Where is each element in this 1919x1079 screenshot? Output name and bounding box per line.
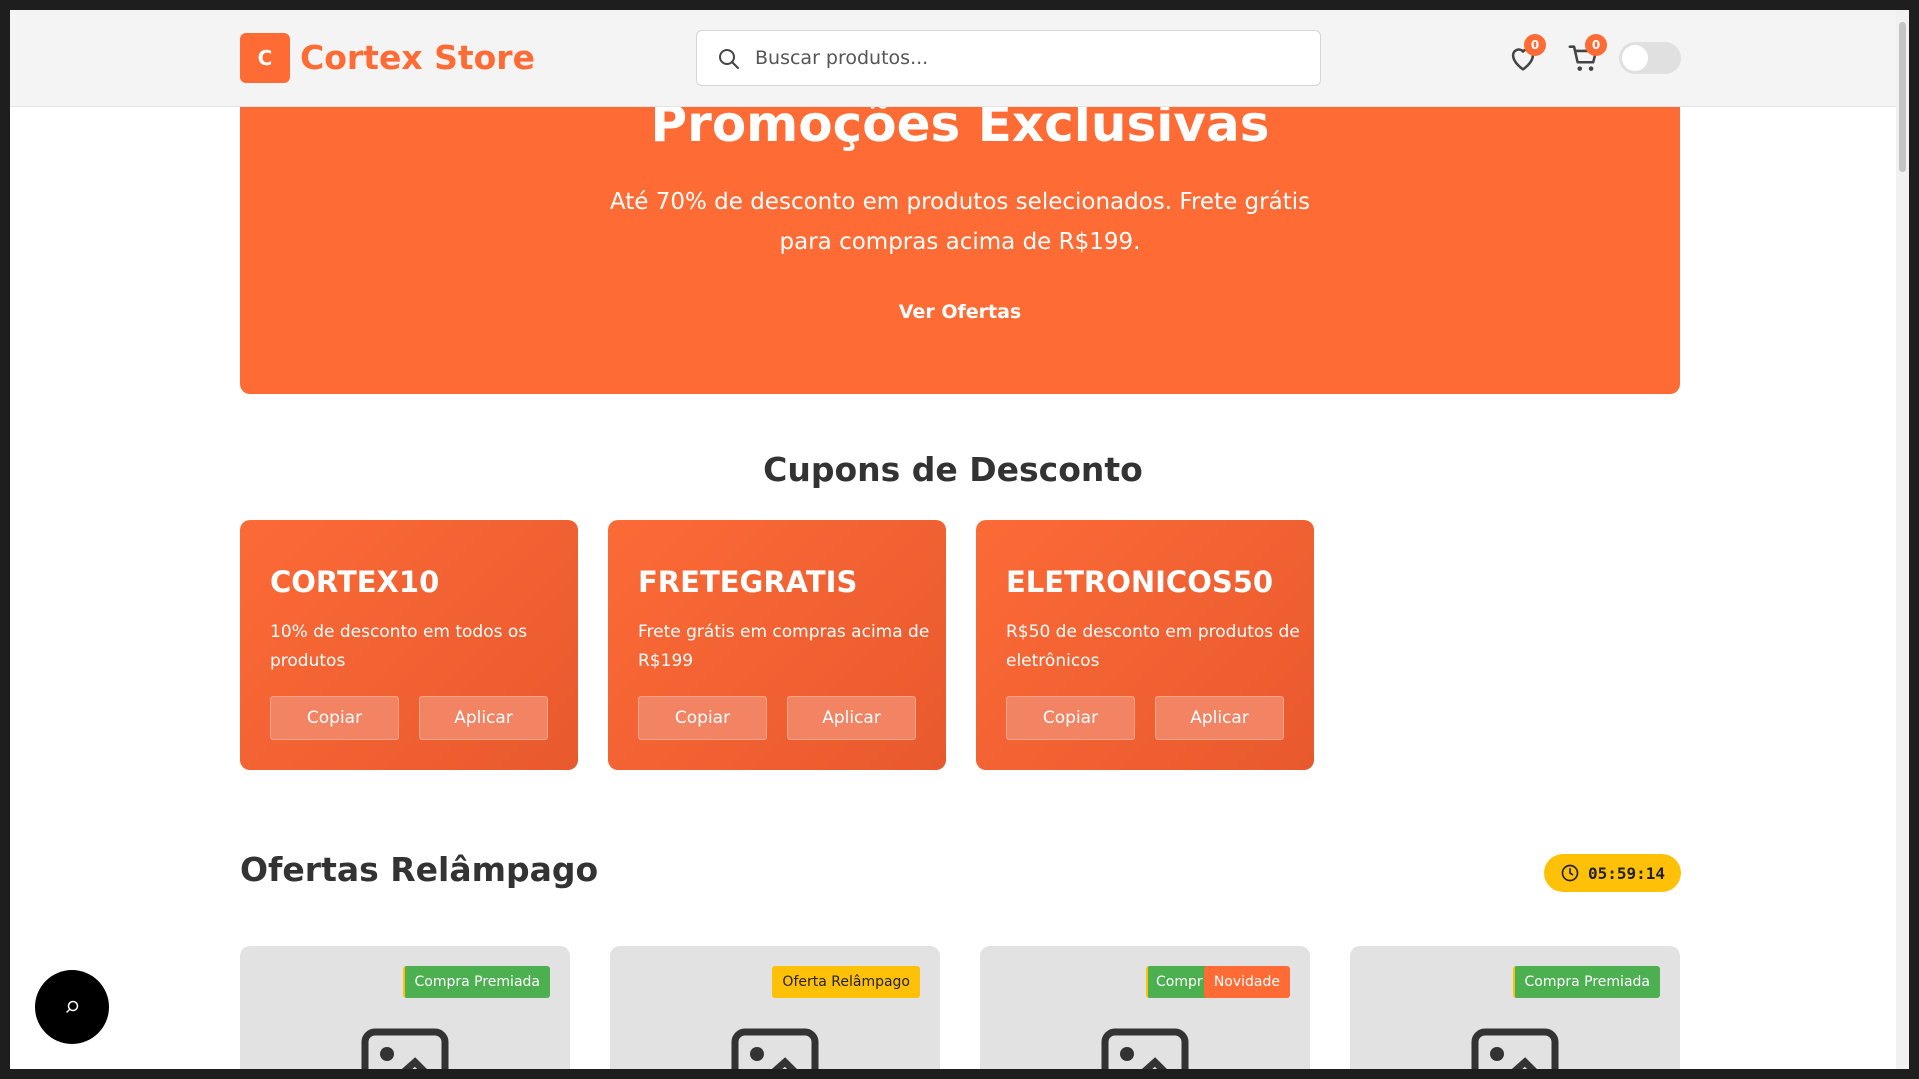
flash-sales-title: Ofertas Relâmpago [240,850,599,889]
browser-viewport: C Cortex Store 0 0 Promoções Exclusivas … [10,10,1909,1069]
promo-subtitle: Até 70% de desconto em produtos selecion… [609,189,1311,255]
coupon-code: ELETRONICOS50 [1006,565,1274,599]
coupon-code: FRETEGRATIS [638,565,858,599]
logo-mark[interactable]: C [240,33,290,83]
copy-coupon-button[interactable]: Copiar [1006,696,1135,740]
image-placeholder-icon [1101,1028,1189,1069]
dark-mode-toggle[interactable] [1619,42,1681,74]
copy-coupon-button[interactable]: Copiar [638,696,767,740]
product-tag: Oferta Relâmpago [772,966,920,998]
coupons-section-title: Cupons de Desconto [763,450,1143,489]
toggle-knob [1622,45,1648,71]
product-card[interactable]: Compr Novidade [980,946,1310,1069]
page-scrollbar[interactable] [1896,10,1909,1069]
countdown-timer: 05:59:14 [1544,854,1681,892]
site-header: C Cortex Store 0 0 [10,10,1896,107]
scrollbar-thumb[interactable] [1899,22,1906,172]
product-card[interactable]: Compra Premiada [1350,946,1680,1069]
product-card[interactable]: Compra Premiada [240,946,570,1069]
cart-count-badge: 0 [1585,34,1607,56]
coupon-description: 10% de desconto em todos os produtos [270,622,528,671]
apply-coupon-button[interactable]: Aplicar [1155,696,1284,740]
search-input[interactable] [755,39,1295,77]
timer-value: 05:59:14 [1587,863,1666,883]
image-placeholder-icon [731,1028,819,1069]
chat-icon [66,1000,79,1013]
view-offers-button[interactable]: Ver Ofertas [860,292,1060,332]
chat-button[interactable] [35,970,109,1044]
product-tag: Novidade [1203,966,1290,998]
copy-coupon-button[interactable]: Copiar [270,696,399,740]
product-tag: Compra Premiada [1512,966,1660,998]
promo-banner: Promoções Exclusivas Até 70% de desconto… [240,70,1680,394]
apply-coupon-button[interactable]: Aplicar [787,696,916,740]
apply-coupon-button[interactable]: Aplicar [419,696,548,740]
clock-icon [1561,864,1579,882]
product-tag: Compra Premiada [402,966,550,998]
coupon-card: FRETEGRATIS Frete grátis em compras acim… [608,520,946,770]
search-icon [719,49,739,69]
product-tag: Compr [1146,966,1210,998]
search-bar [696,30,1321,86]
coupon-card: CORTEX10 10% de desconto em todos os pro… [240,520,578,770]
coupon-description: R$50 de desconto em produtos de eletrôni… [1006,622,1300,671]
wishlist-count-badge: 0 [1524,34,1546,56]
store-name[interactable]: Cortex Store [300,38,535,77]
image-placeholder-icon [1471,1028,1559,1069]
coupon-description: Frete grátis em compras acima de R$199 [638,622,930,671]
coupon-code: CORTEX10 [270,565,440,599]
image-placeholder-icon [361,1028,449,1069]
coupon-card: ELETRONICOS50 R$50 de desconto em produt… [976,520,1314,770]
product-card[interactable]: Oferta Relâmpago [610,946,940,1069]
